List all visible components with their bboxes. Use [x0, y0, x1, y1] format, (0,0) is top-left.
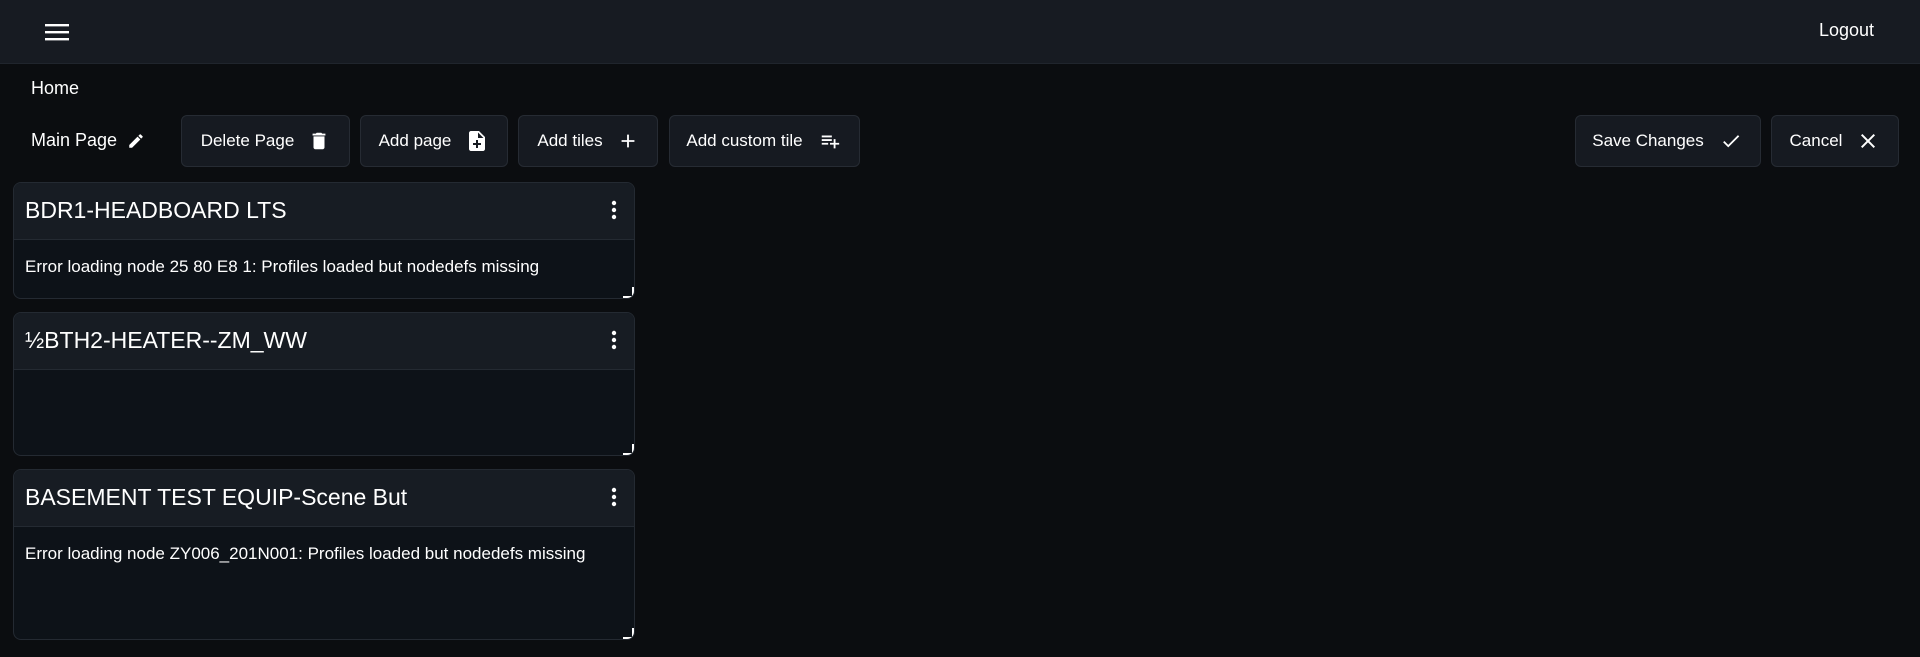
close-icon: [1861, 134, 1876, 148]
add-page-label: Add page: [378, 131, 452, 150]
menu-button[interactable]: [36, 16, 78, 48]
page-toolbar: Main Page Delete Page Add page Add tiles…: [0, 114, 1920, 170]
hamburger-menu-icon: [45, 24, 69, 41]
tile-more-button[interactable]: [604, 197, 624, 223]
pencil-edit-icon: [129, 133, 143, 148]
add-file-icon: [469, 131, 486, 151]
check-icon: [1722, 135, 1740, 148]
tile-error-message: Error loading node ZY006_201N001: Profil…: [25, 544, 586, 563]
playlist-add-icon: [821, 135, 839, 149]
tile-card: BASEMENT TEST EQUIP-Scene But Error load…: [13, 469, 635, 640]
more-vert-icon: [611, 487, 617, 507]
tile-content: [14, 370, 634, 396]
delete-page-button[interactable]: Delete Page: [181, 115, 350, 167]
add-tiles-button[interactable]: Add tiles: [518, 115, 658, 167]
trash-icon: [312, 132, 326, 150]
cancel-button[interactable]: Cancel: [1771, 115, 1899, 167]
top-app-bar: Logout: [0, 0, 1920, 64]
resize-handle-icon[interactable]: [622, 443, 634, 455]
resize-handle-icon[interactable]: [622, 286, 634, 298]
tile-title: ½BTH2-HEATER--ZM_WW: [25, 327, 307, 353]
tile-more-button[interactable]: [604, 484, 624, 510]
more-vert-icon: [611, 330, 617, 350]
breadcrumb-home[interactable]: Home: [31, 78, 79, 99]
tile-more-button[interactable]: [604, 327, 624, 353]
add-custom-tile-button[interactable]: Add custom tile: [669, 115, 860, 167]
tile-title: BDR1-HEADBOARD LTS: [25, 197, 287, 223]
page-title: Main Page: [31, 130, 118, 150]
logout-button[interactable]: Logout: [1819, 20, 1874, 41]
tile-header[interactable]: ½BTH2-HEATER--ZM_WW: [14, 313, 634, 370]
plus-icon: [621, 134, 635, 148]
resize-handle-icon[interactable]: [622, 627, 634, 639]
add-custom-tile-label: Add custom tile: [686, 131, 803, 150]
save-changes-button[interactable]: Save Changes: [1575, 115, 1761, 167]
add-tiles-label: Add tiles: [537, 131, 603, 150]
more-vert-icon: [611, 200, 617, 220]
tile-header[interactable]: BASEMENT TEST EQUIP-Scene But: [14, 470, 634, 527]
page-name-edit[interactable]: Main Page: [31, 130, 145, 151]
save-changes-label: Save Changes: [1592, 131, 1704, 150]
delete-page-label: Delete Page: [200, 131, 295, 150]
add-page-button[interactable]: Add page: [360, 115, 508, 167]
tile-title: BASEMENT TEST EQUIP-Scene But: [25, 484, 408, 510]
tile-card: ½BTH2-HEATER--ZM_WW: [13, 312, 635, 456]
cancel-label: Cancel: [1789, 131, 1843, 150]
tile-error-message: Error loading node 25 80 E8 1: Profiles …: [25, 257, 540, 276]
tile-card: BDR1-HEADBOARD LTS Error loading node 25…: [13, 182, 635, 299]
tile-header[interactable]: BDR1-HEADBOARD LTS: [14, 183, 634, 240]
